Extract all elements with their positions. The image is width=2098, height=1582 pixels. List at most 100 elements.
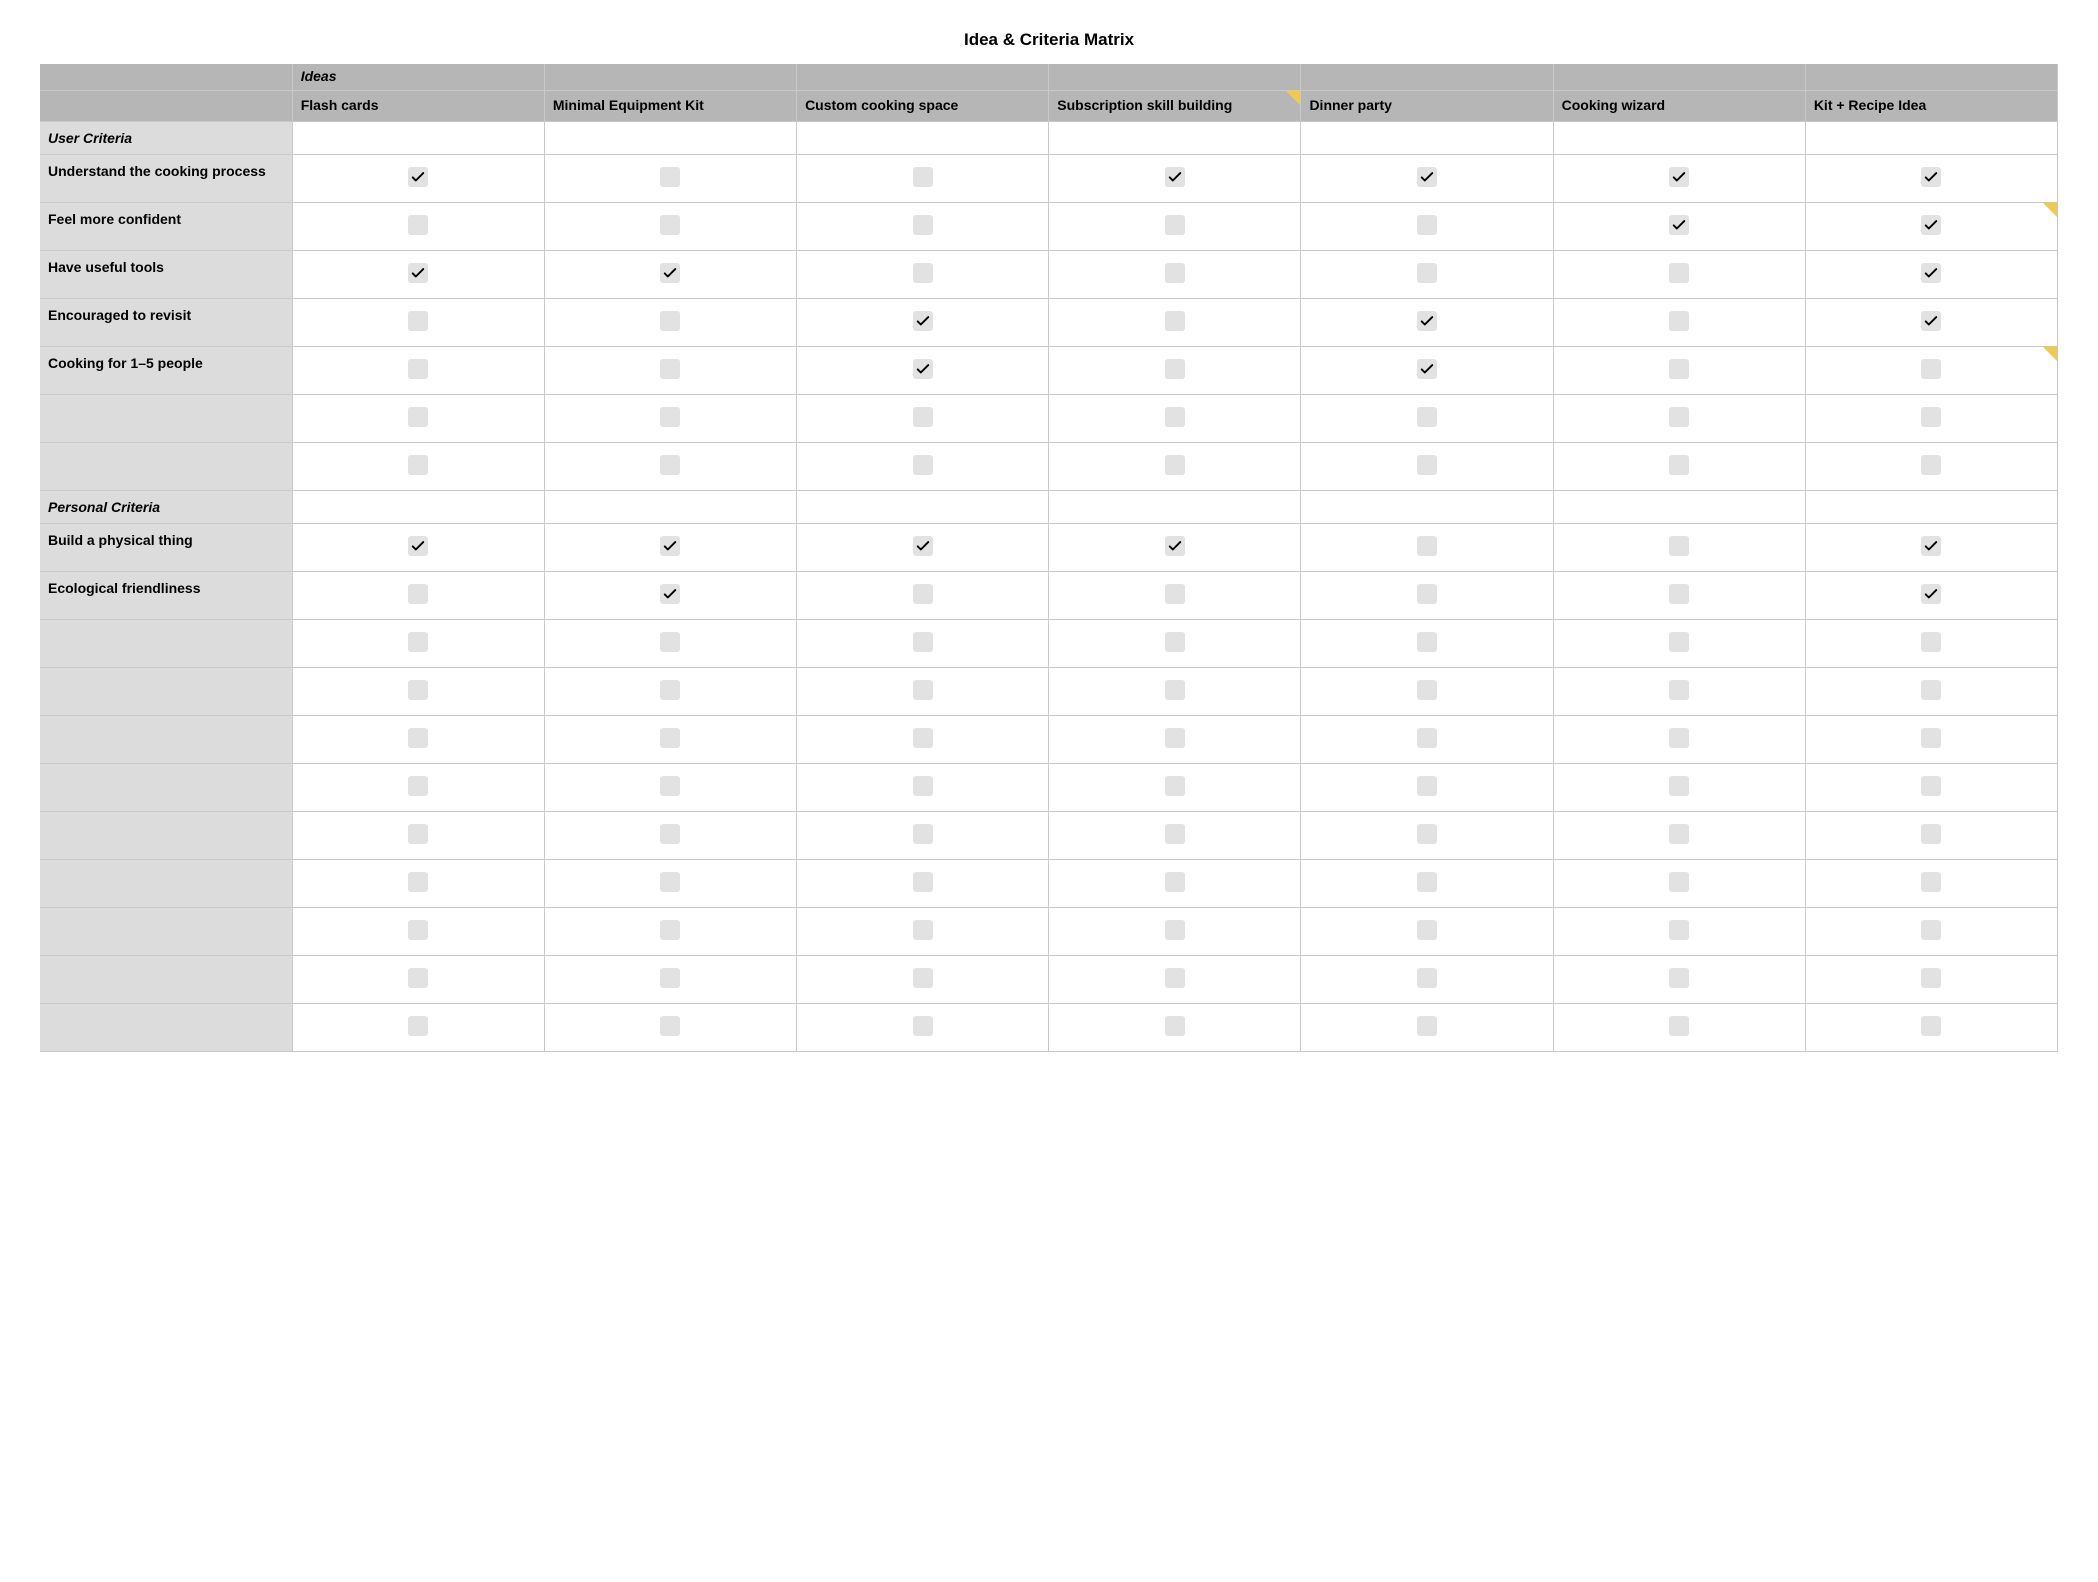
checkbox[interactable] <box>913 968 933 988</box>
checkbox[interactable] <box>1417 584 1437 604</box>
checkbox[interactable] <box>408 872 428 892</box>
checkbox[interactable] <box>913 632 933 652</box>
checkbox[interactable] <box>913 680 933 700</box>
checkbox[interactable] <box>1417 215 1437 235</box>
checkbox[interactable] <box>408 536 428 556</box>
checkbox[interactable] <box>1165 455 1185 475</box>
checkbox[interactable] <box>408 215 428 235</box>
checkbox[interactable] <box>1921 359 1941 379</box>
checkbox[interactable] <box>1417 968 1437 988</box>
checkbox[interactable] <box>660 1016 680 1036</box>
checkbox[interactable] <box>1921 1016 1941 1036</box>
checkbox[interactable] <box>913 167 933 187</box>
checkbox[interactable] <box>1417 407 1437 427</box>
checkbox[interactable] <box>1165 311 1185 331</box>
checkbox[interactable] <box>1921 407 1941 427</box>
checkbox[interactable] <box>1669 359 1689 379</box>
checkbox[interactable] <box>913 215 933 235</box>
checkbox[interactable] <box>660 407 680 427</box>
checkbox[interactable] <box>1165 263 1185 283</box>
checkbox[interactable] <box>1165 728 1185 748</box>
checkbox[interactable] <box>1669 920 1689 940</box>
checkbox[interactable] <box>1417 776 1437 796</box>
checkbox[interactable] <box>1165 968 1185 988</box>
checkbox[interactable] <box>1921 263 1941 283</box>
checkbox[interactable] <box>660 311 680 331</box>
checkbox[interactable] <box>913 407 933 427</box>
checkbox[interactable] <box>408 920 428 940</box>
checkbox[interactable] <box>1669 632 1689 652</box>
checkbox[interactable] <box>660 824 680 844</box>
checkbox[interactable] <box>1669 584 1689 604</box>
comment-flag-icon[interactable] <box>2043 347 2057 361</box>
checkbox[interactable] <box>1921 824 1941 844</box>
checkbox[interactable] <box>1669 311 1689 331</box>
checkbox[interactable] <box>660 632 680 652</box>
checkbox[interactable] <box>660 968 680 988</box>
checkbox[interactable] <box>408 968 428 988</box>
checkbox[interactable] <box>913 455 933 475</box>
checkbox[interactable] <box>1669 1016 1689 1036</box>
checkbox[interactable] <box>1921 872 1941 892</box>
checkbox[interactable] <box>1165 359 1185 379</box>
checkbox[interactable] <box>660 680 680 700</box>
checkbox[interactable] <box>660 536 680 556</box>
checkbox[interactable] <box>408 632 428 652</box>
checkbox[interactable] <box>408 584 428 604</box>
checkbox[interactable] <box>1165 215 1185 235</box>
checkbox[interactable] <box>1417 167 1437 187</box>
checkbox[interactable] <box>660 263 680 283</box>
checkbox[interactable] <box>660 584 680 604</box>
checkbox[interactable] <box>1417 920 1437 940</box>
checkbox[interactable] <box>1417 1016 1437 1036</box>
checkbox[interactable] <box>1165 167 1185 187</box>
checkbox[interactable] <box>1921 215 1941 235</box>
checkbox[interactable] <box>1669 263 1689 283</box>
checkbox[interactable] <box>1669 872 1689 892</box>
checkbox[interactable] <box>1669 824 1689 844</box>
checkbox[interactable] <box>660 359 680 379</box>
checkbox[interactable] <box>913 311 933 331</box>
checkbox[interactable] <box>660 215 680 235</box>
checkbox[interactable] <box>1921 455 1941 475</box>
checkbox[interactable] <box>1921 680 1941 700</box>
checkbox[interactable] <box>1165 920 1185 940</box>
checkbox[interactable] <box>660 455 680 475</box>
checkbox[interactable] <box>408 776 428 796</box>
checkbox[interactable] <box>913 536 933 556</box>
checkbox[interactable] <box>1417 632 1437 652</box>
checkbox[interactable] <box>913 872 933 892</box>
checkbox[interactable] <box>1921 632 1941 652</box>
checkbox[interactable] <box>1165 1016 1185 1036</box>
comment-flag-icon[interactable] <box>2043 203 2057 217</box>
checkbox[interactable] <box>1921 584 1941 604</box>
checkbox[interactable] <box>1921 728 1941 748</box>
checkbox[interactable] <box>1417 359 1437 379</box>
checkbox[interactable] <box>1921 536 1941 556</box>
checkbox[interactable] <box>913 824 933 844</box>
checkbox[interactable] <box>660 872 680 892</box>
checkbox[interactable] <box>408 455 428 475</box>
checkbox[interactable] <box>1669 776 1689 796</box>
checkbox[interactable] <box>1669 968 1689 988</box>
checkbox[interactable] <box>1165 632 1185 652</box>
checkbox[interactable] <box>1165 680 1185 700</box>
checkbox[interactable] <box>1165 584 1185 604</box>
checkbox[interactable] <box>1669 728 1689 748</box>
checkbox[interactable] <box>660 728 680 748</box>
checkbox[interactable] <box>408 680 428 700</box>
checkbox[interactable] <box>1417 263 1437 283</box>
checkbox[interactable] <box>1417 872 1437 892</box>
checkbox[interactable] <box>1165 536 1185 556</box>
checkbox[interactable] <box>1669 455 1689 475</box>
checkbox[interactable] <box>408 407 428 427</box>
checkbox[interactable] <box>408 263 428 283</box>
checkbox[interactable] <box>1669 167 1689 187</box>
checkbox[interactable] <box>1921 311 1941 331</box>
checkbox[interactable] <box>913 920 933 940</box>
checkbox[interactable] <box>1417 536 1437 556</box>
checkbox[interactable] <box>1669 215 1689 235</box>
checkbox[interactable] <box>1417 455 1437 475</box>
checkbox[interactable] <box>1669 407 1689 427</box>
checkbox[interactable] <box>408 728 428 748</box>
